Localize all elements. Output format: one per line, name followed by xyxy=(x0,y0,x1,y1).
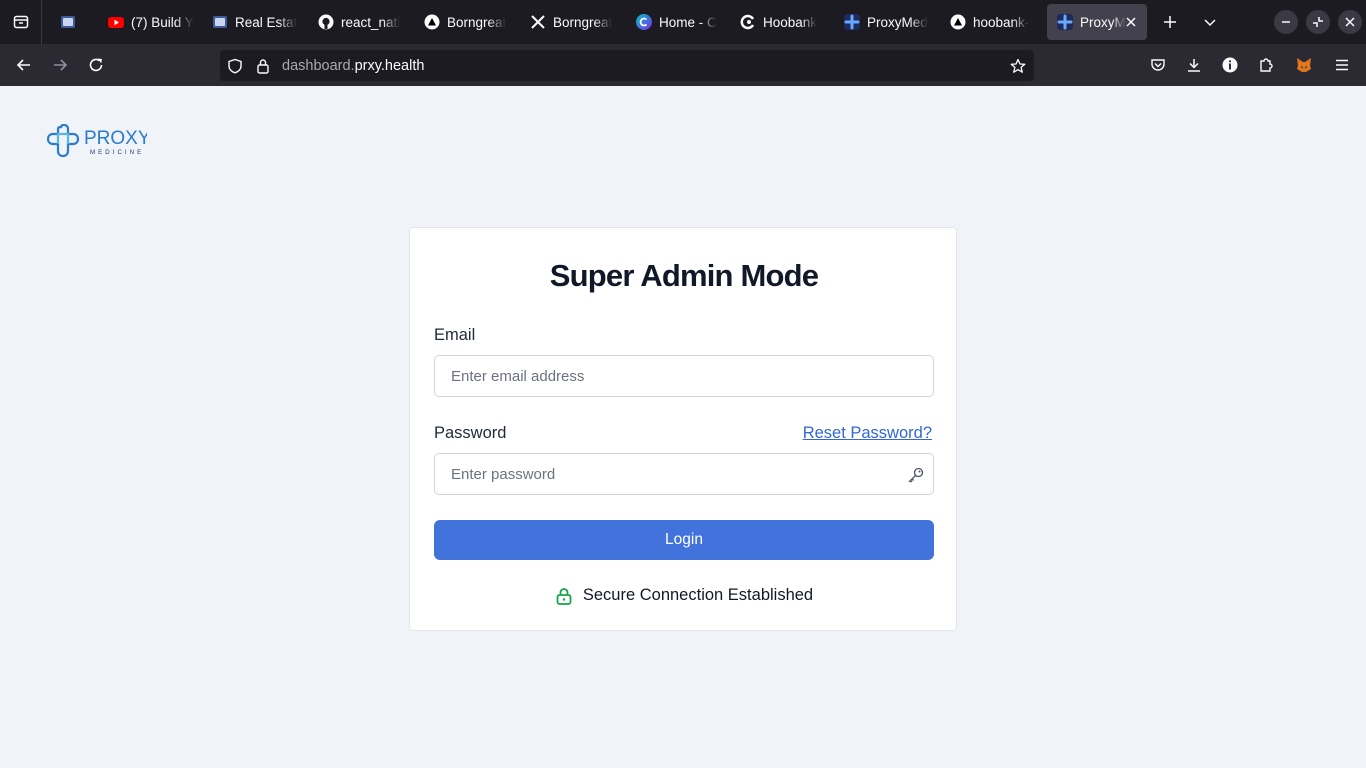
chevron-down-icon xyxy=(1204,19,1216,27)
pocket-button[interactable] xyxy=(1144,51,1172,79)
password-field-wrapper xyxy=(434,453,934,495)
proxy-medicine-logo: PROXY MEDICINE xyxy=(46,123,151,160)
email-field-wrapper xyxy=(434,355,934,397)
secure-connection-text: Secure Connection Established xyxy=(582,586,814,604)
download-icon xyxy=(1188,59,1200,72)
password-input[interactable] xyxy=(435,454,933,494)
svg-text:MEDICINE: MEDICINE xyxy=(90,149,144,156)
browser-tab-active[interactable]: ProxyM xyxy=(1047,4,1147,40)
key-icon[interactable] xyxy=(907,466,925,484)
forward-button[interactable] xyxy=(46,51,74,79)
password-label: Password xyxy=(434,424,507,442)
app-icon xyxy=(60,14,76,30)
address-bar[interactable]: dashboard.prxy.health xyxy=(220,50,1034,81)
github-icon xyxy=(318,14,334,30)
info-icon xyxy=(1222,57,1238,73)
svg-text:PROXY: PROXY xyxy=(84,128,147,149)
metamask-button[interactable] xyxy=(1290,51,1318,79)
page-title: Super Admin Mode xyxy=(549,258,819,293)
app-icon xyxy=(212,14,228,30)
browser-tab[interactable]: Real Estat xyxy=(202,4,306,40)
youtube-icon xyxy=(108,14,124,30)
browser-tab[interactable]: ProxyMed xyxy=(834,4,942,40)
arrow-left-icon xyxy=(16,59,30,71)
plus-icon xyxy=(1164,16,1176,28)
pocket-icon xyxy=(1151,59,1165,71)
tab-overview-icon xyxy=(13,15,28,29)
close-window-button[interactable] xyxy=(1338,10,1362,34)
browser-tab[interactable]: hoobank- xyxy=(940,4,1044,40)
hoobank-icon xyxy=(740,14,756,30)
extension-info-button[interactable] xyxy=(1216,51,1244,79)
reset-password-link[interactable]: Reset Password? xyxy=(803,424,932,443)
browser-tab[interactable]: Borngreat xyxy=(414,4,518,40)
email-label: Email xyxy=(434,326,476,344)
firefox-view-button[interactable] xyxy=(0,0,42,44)
bookmark-star-icon[interactable] xyxy=(1008,56,1028,76)
email-input[interactable] xyxy=(435,356,933,396)
arrow-right-icon xyxy=(54,59,68,71)
browser-navigation-bar: dashboard.prxy.health xyxy=(0,44,1366,86)
browser-tab[interactable]: Hoobank xyxy=(730,4,834,40)
restore-icon xyxy=(1313,17,1323,27)
browser-tab[interactable]: react_nati xyxy=(308,4,412,40)
secure-connection-status: Secure Connection Established xyxy=(410,586,958,605)
x-icon xyxy=(530,14,546,30)
canva-icon xyxy=(636,14,652,30)
restore-button[interactable] xyxy=(1306,10,1330,34)
lock-icon[interactable] xyxy=(254,57,272,75)
fox-icon xyxy=(1297,58,1311,72)
back-button[interactable] xyxy=(10,51,38,79)
minimize-icon xyxy=(1282,21,1290,23)
minimize-button[interactable] xyxy=(1274,10,1298,34)
lock-icon xyxy=(555,587,573,605)
url-text[interactable]: dashboard.prxy.health xyxy=(282,58,424,74)
browser-tab-bar: (7) Build Y Real Estat react_nati Borngr… xyxy=(0,0,1366,44)
triangle-icon xyxy=(424,14,440,30)
proxymed-icon xyxy=(844,14,860,30)
browser-tab[interactable]: (7) Build Y xyxy=(98,4,198,40)
app-menu-button[interactable] xyxy=(1328,51,1356,79)
login-button[interactable]: Login xyxy=(434,520,934,560)
reload-button[interactable] xyxy=(82,51,110,79)
proxymed-icon xyxy=(1057,14,1073,30)
triangle-icon xyxy=(950,14,966,30)
new-tab-button[interactable] xyxy=(1156,8,1184,36)
list-all-tabs-button[interactable] xyxy=(1196,8,1224,36)
puzzle-icon xyxy=(1260,58,1273,72)
login-card: Super Admin Mode Email Password Reset Pa… xyxy=(409,227,957,631)
shield-icon[interactable] xyxy=(226,57,244,75)
reload-icon xyxy=(89,58,103,72)
close-icon xyxy=(1345,17,1355,27)
browser-tab[interactable] xyxy=(50,4,96,40)
browser-tab[interactable]: Borngreat xyxy=(520,4,624,40)
downloads-button[interactable] xyxy=(1180,51,1208,79)
browser-tab[interactable]: Home - C xyxy=(626,4,730,40)
hamburger-menu-icon xyxy=(1336,59,1348,71)
tab-close-icon[interactable] xyxy=(1123,14,1139,30)
extensions-button[interactable] xyxy=(1252,51,1280,79)
